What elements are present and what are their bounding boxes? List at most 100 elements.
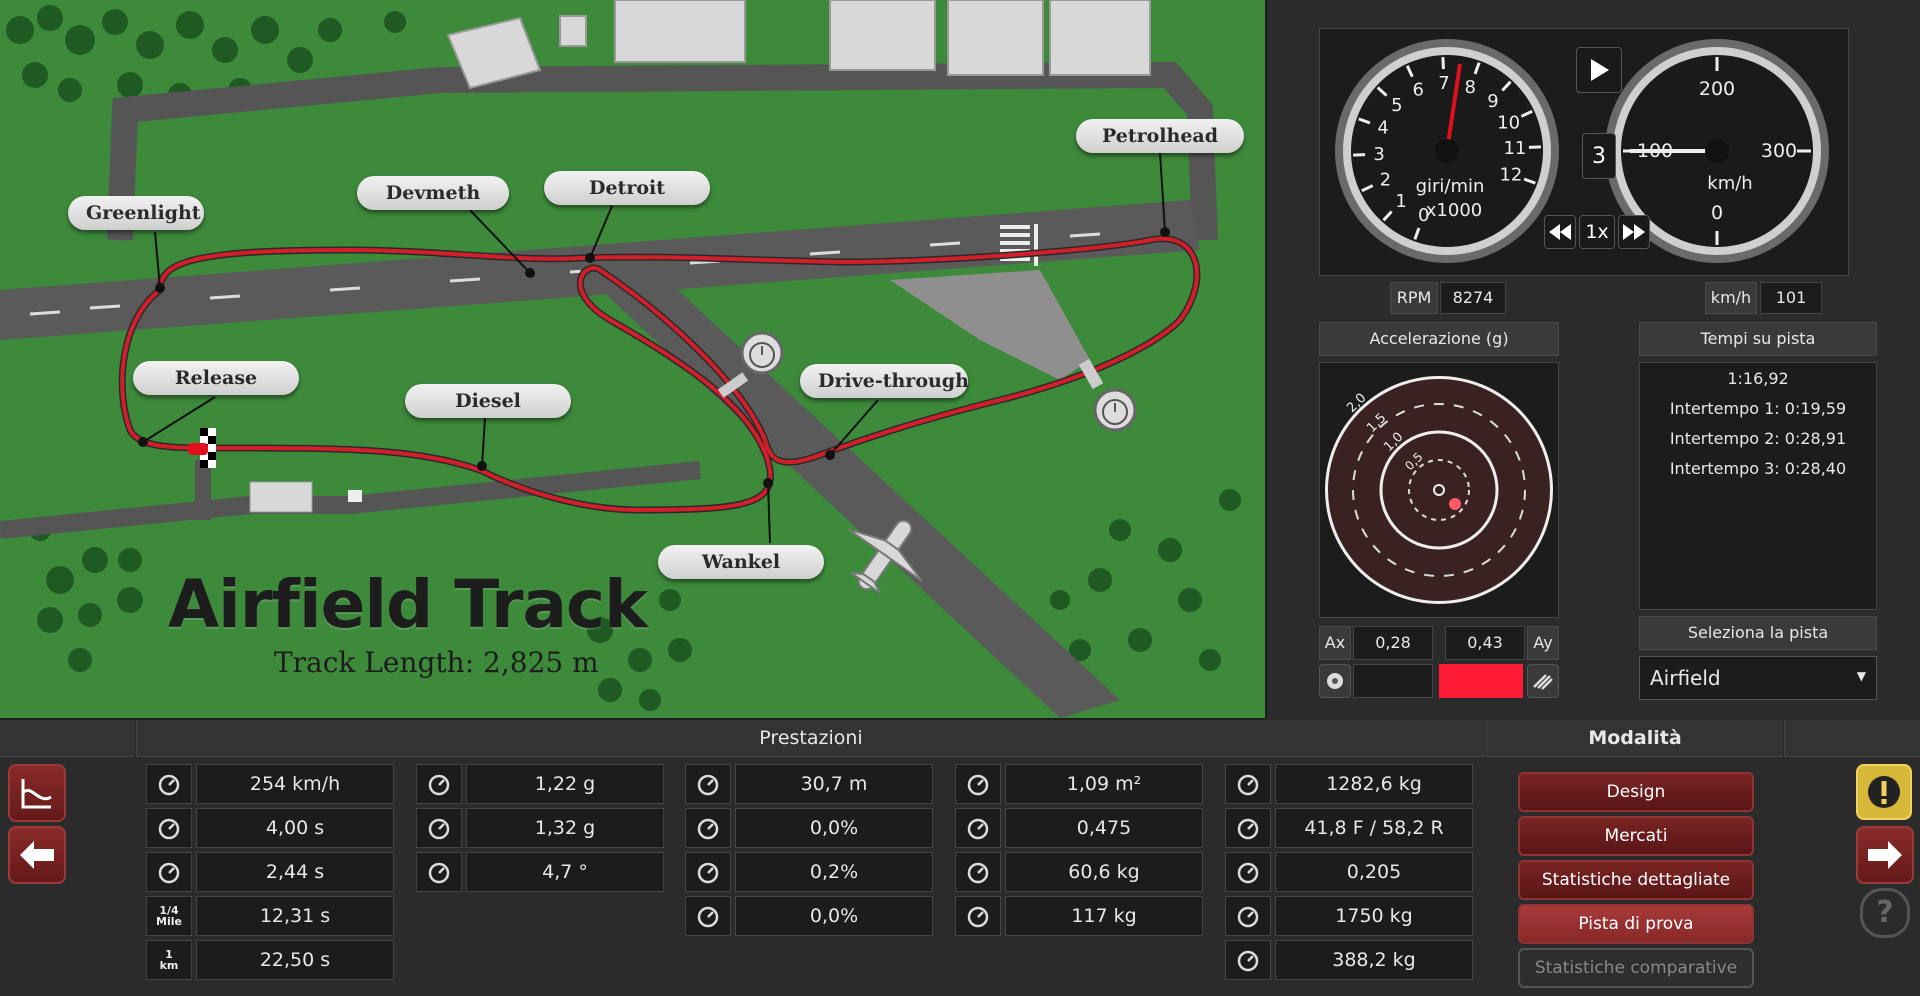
perf-col4-value-1: 0,475 [1005, 808, 1203, 848]
towing-capacity-icon [1225, 896, 1271, 936]
braking-distance-icon [685, 764, 731, 804]
arrow-right-icon [1868, 841, 1902, 869]
callout-drive-through: Drive-through [800, 364, 969, 398]
track-select-dropdown[interactable]: Airfield ▼ [1639, 656, 1877, 700]
lap-times-box: 1:16,92 Intertempo 1: 0:19,59 Intertempo… [1639, 362, 1877, 610]
rpm-label: RPM [1390, 282, 1438, 314]
perf-col1-value-1: 4,00 s [196, 808, 394, 848]
speedometer-icon [146, 764, 192, 804]
callout-petrolhead: Petrolhead [1076, 119, 1244, 153]
rpm-tick-label: 7 [1438, 73, 1449, 94]
split-3: Intertempo 3: 0:28,40 [1669, 459, 1847, 478]
car-marker [188, 443, 208, 455]
rpm-tick-label: 5 [1391, 95, 1402, 116]
arrow-left-icon [20, 841, 54, 869]
mode-statistiche-dettagliate-button[interactable]: Statistiche dettagliate [1518, 860, 1754, 900]
mode-pista-di-prova-button[interactable]: Pista di prova [1518, 904, 1754, 944]
speed-tick-label: 300 [1761, 140, 1797, 162]
g-point [1449, 498, 1461, 510]
right-header-spacer [1784, 720, 1920, 757]
rpm-tick-label: 9 [1487, 91, 1498, 112]
payload-icon [1225, 940, 1271, 980]
left-header-spacer [0, 720, 134, 757]
next-button[interactable] [1856, 826, 1914, 884]
callout-release: Release [133, 361, 299, 395]
perf-col2-value-1: 1,32 g [466, 808, 664, 848]
help-icon[interactable]: ? [1860, 888, 1910, 938]
brake-fade-icon [685, 896, 731, 936]
g-meter: 2,0 1,5 1,0 0,5 [1325, 376, 1553, 604]
rpm-gauge: 0123456 7 89101112 giri/min x1000 [1335, 39, 1559, 263]
drag-coefficient-icon [955, 808, 1001, 848]
g-blank-value [1353, 664, 1433, 698]
rpm-tick [1528, 145, 1541, 149]
lap-time: 1:16,92 [1727, 369, 1789, 388]
rpm-tick-label: 2 [1380, 170, 1391, 191]
chart-icon [21, 779, 52, 809]
lateral-g-icon [416, 764, 462, 804]
mode-mercati-button[interactable]: Mercati [1518, 816, 1754, 856]
perf-col4-value-2: 60,6 kg [1005, 852, 1203, 892]
g-reset-icon [1327, 673, 1343, 689]
kmh-value: 101 [1760, 282, 1822, 314]
rpm-value: 8274 [1440, 282, 1506, 314]
mode-design-button[interactable]: Design [1518, 772, 1754, 812]
ax-value: 0,28 [1353, 626, 1433, 660]
skidpad-icon [416, 808, 462, 848]
track-map: Greenlight Devmeth Detroit Petrolhead Re… [0, 0, 1267, 720]
rpm-tick-label: 6 [1413, 79, 1424, 100]
perf-col1-value-0: 254 km/h [196, 764, 394, 804]
track-length: Track Length: 2,825 m [274, 646, 599, 679]
downforce-max-icon [955, 896, 1001, 936]
callout-devmeth: Devmeth [357, 176, 509, 210]
perf-col4-value-0: 1,09 m² [1005, 764, 1203, 804]
callout-greenlight: Greenlight [68, 196, 204, 230]
rpm-tick-label: 1 [1395, 191, 1406, 212]
perf-col3-value-2: 0,2% [735, 852, 933, 892]
speed-tick-label: 0 [1711, 202, 1723, 224]
quarter-mile-icon: 1/4 Mile [146, 896, 192, 936]
perf-col1-value-2: 2,44 s [196, 852, 394, 892]
play-icon [1591, 59, 1609, 81]
fast-forward-icon [1623, 224, 1645, 240]
checkpoint-timer-icon-2 [1093, 388, 1137, 432]
perf-col1-value-3: 12,31 s [196, 896, 394, 936]
perf-col3-value-3: 0,0% [735, 896, 933, 936]
rpm-tick-label: 4 [1377, 118, 1388, 139]
warning-button[interactable] [1856, 764, 1912, 820]
weight-icon [1225, 764, 1271, 804]
gauges-box: 0 1 2 3 4 5 6 7 8 9 10 11 12 giri/min x1000 0 100 200 3… [1319, 28, 1849, 276]
fast-forward-button[interactable] [1618, 215, 1650, 249]
speed-lines-icon [1533, 674, 1553, 690]
telemetry-panel: 0 1 2 3 4 5 6 7 8 9 10 11 12 giri/min x1000 0 100 200 3… [1267, 0, 1920, 718]
perf-col2-value-0: 1,22 g [466, 764, 664, 804]
play-button[interactable] [1576, 47, 1622, 93]
perf-col5-value-2: 0,205 [1275, 852, 1473, 892]
mode-statistiche-comparative-button[interactable]: Statistiche comparative [1518, 948, 1754, 988]
g-trail-button[interactable] [1527, 664, 1559, 698]
wheel-slip-icon [685, 808, 731, 848]
bottom-panel: Prestazioni Modalità 254 km/h 4,00 s 2,44 … [0, 720, 1920, 996]
perf-col5-value-0: 1282,6 kg [1275, 764, 1473, 804]
graph-button[interactable] [8, 764, 66, 822]
callout-wankel: Wankel [658, 545, 824, 579]
g-reset-button[interactable] [1319, 664, 1351, 698]
perf-col2-value-2: 4,7 ° [466, 852, 664, 892]
rpm-tick-label: 11 [1503, 138, 1526, 159]
perf-col1-value-4: 22,50 s [196, 940, 394, 980]
gear-indicator: 3 [1582, 133, 1616, 179]
back-button[interactable] [8, 826, 66, 884]
accel-title: Accelerazione (g) [1319, 322, 1559, 356]
frontal-area-icon [955, 764, 1001, 804]
stopwatch-icon [146, 808, 192, 848]
callout-detroit: Detroit [544, 171, 710, 205]
perf-col3-value-0: 30,7 m [735, 764, 933, 804]
ay-label: Ay [1527, 626, 1559, 660]
quarter-mile-icon-text: 1/4 Mile [156, 904, 182, 928]
rpm-multiplier: x1000 [1426, 200, 1482, 221]
chevron-down-icon: ▼ [1856, 669, 1866, 683]
rewind-button[interactable] [1544, 215, 1576, 249]
rpm-tick-label: 3 [1373, 144, 1384, 165]
split-1: Intertempo 1: 0:19,59 [1669, 399, 1847, 418]
playback-speed-button[interactable]: 1x [1579, 215, 1615, 249]
